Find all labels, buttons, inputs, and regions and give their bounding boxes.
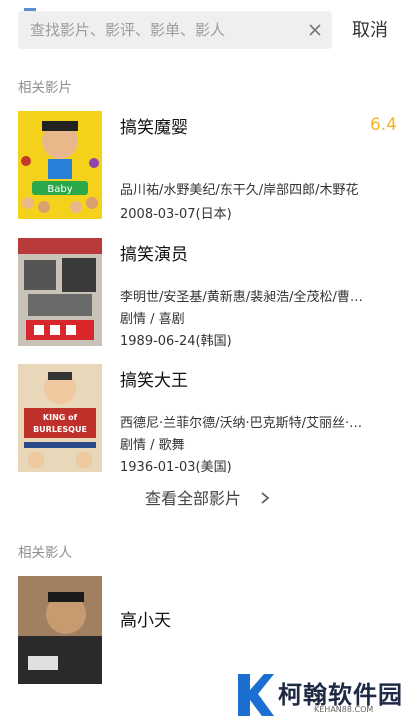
section-title-people: 相关影人	[18, 545, 72, 561]
section-title-movies: 相关影片	[18, 80, 72, 96]
movie-poster: Baby	[18, 111, 102, 219]
search-input[interactable]	[18, 20, 298, 40]
movie-date: 1936-01-03(美国)	[120, 460, 232, 475]
movie-date: 2008-03-07(日本)	[120, 207, 232, 222]
movie-item[interactable]: Baby 搞笑魔婴 6.4 品川祐/水野美纪/东干久/岸部四郎/木野花 2008…	[0, 111, 415, 223]
svg-text:Baby: Baby	[47, 184, 72, 195]
movie-poster: KING of BURLESQUE	[18, 364, 102, 472]
watermark-logo: 柯翰软件园 KEHAN88.COM	[234, 672, 404, 718]
movie-genre: 剧情 / 喜剧	[120, 312, 185, 327]
see-all-movies-button[interactable]: 查看全部影片	[0, 485, 415, 511]
svg-text:BURLESQUE: BURLESQUE	[33, 425, 87, 434]
search-bar[interactable]	[18, 11, 332, 49]
movie-title: 搞笑大王	[120, 371, 188, 391]
movie-cast: 李明世/安圣基/黄新惠/裴昶浩/全茂松/曹…	[120, 290, 363, 305]
chevron-right-icon	[260, 488, 270, 507]
movie-title: 搞笑演员	[120, 245, 188, 265]
movie-cast: 西德尼·兰菲尔德/沃纳·巴克斯特/艾丽丝·…	[120, 416, 363, 431]
movie-date: 1989-06-24(韩国)	[120, 334, 232, 349]
close-icon	[309, 24, 321, 36]
movie-item[interactable]: 搞笑演员 李明世/安圣基/黄新惠/裴昶浩/全茂松/曹… 剧情 / 喜剧 1989…	[0, 238, 415, 350]
movie-genre: 剧情 / 歌舞	[120, 438, 185, 453]
person-name: 高小天	[120, 611, 171, 631]
person-item[interactable]: 高小天	[0, 576, 415, 686]
clear-button[interactable]	[298, 11, 332, 49]
movie-cast: 品川祐/水野美纪/东干久/岸部四郎/木野花	[120, 183, 359, 198]
watermark-url: KEHAN88.COM	[314, 705, 374, 714]
see-all-label: 查看全部影片	[144, 489, 241, 508]
person-photo	[18, 576, 102, 684]
movie-item[interactable]: KING of BURLESQUE 搞笑大王 西德尼·兰菲尔德/沃纳·巴克斯特/…	[0, 364, 415, 476]
svg-text:KING of: KING of	[43, 413, 78, 422]
movie-rating: 6.4	[369, 115, 397, 135]
movie-poster	[18, 238, 102, 346]
movie-title: 搞笑魔婴	[120, 118, 188, 138]
cancel-button[interactable]: 取消	[352, 16, 388, 42]
